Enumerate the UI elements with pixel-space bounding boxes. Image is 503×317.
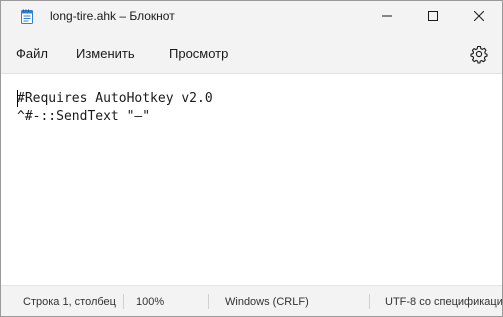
maximize-button[interactable]	[410, 1, 456, 33]
status-divider	[208, 294, 209, 309]
line-ending: Windows (CRLF)	[225, 296, 309, 308]
cursor-position: Строка 1, столбец	[23, 296, 116, 308]
menu-view[interactable]: Просмотр	[169, 46, 228, 61]
close-icon	[473, 8, 485, 26]
window-title: long-tire.ahk – Блокнот	[50, 9, 175, 23]
editor-line: ^#-::SendText "—"	[17, 109, 151, 124]
status-bar: Строка 1, столбец 100% Windows (CRLF) UT…	[1, 285, 502, 316]
gear-icon	[469, 45, 489, 68]
close-button[interactable]	[456, 1, 502, 33]
status-divider	[123, 294, 124, 309]
maximize-icon	[428, 8, 438, 26]
menu-edit[interactable]: Изменить	[76, 46, 135, 61]
settings-button[interactable]	[469, 44, 489, 64]
notepad-icon	[21, 9, 33, 24]
menu-file[interactable]: Файл	[16, 46, 48, 61]
editor-line: #Requires AutoHotkey v2.0	[17, 91, 213, 106]
menu-bar: Файл Изменить Просмотр	[1, 33, 502, 74]
status-divider	[369, 294, 370, 309]
title-bar[interactable]: long-tire.ahk – Блокнот	[1, 1, 502, 33]
minimize-icon	[382, 8, 392, 26]
encoding: UTF-8 со спецификацией	[385, 296, 502, 308]
text-editor[interactable]: #Requires AutoHotkey v2.0 ^#-::SendText …	[1, 74, 502, 284]
zoom-level: 100%	[136, 296, 165, 308]
notepad-window: long-tire.ahk – Блокнот Файл Изменить Пр…	[0, 0, 503, 317]
minimize-button[interactable]	[364, 1, 410, 33]
